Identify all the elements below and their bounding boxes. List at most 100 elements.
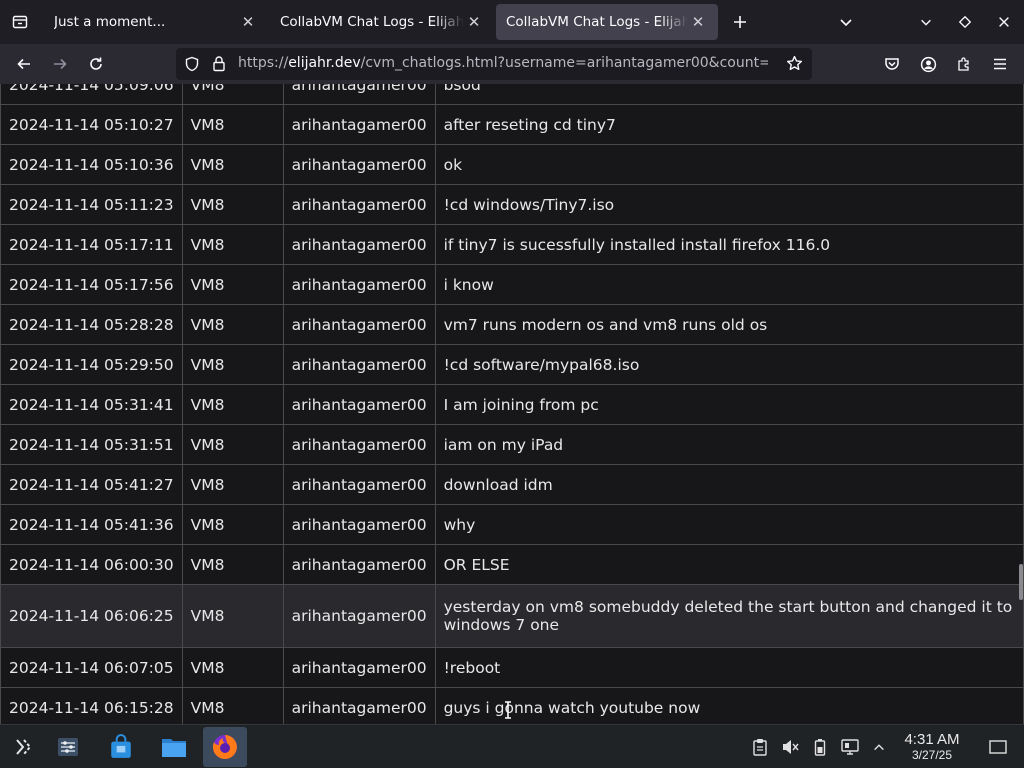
timestamp-cell: 2024-11-14 06:07:05 xyxy=(0,647,183,688)
shield-icon[interactable] xyxy=(184,56,200,76)
username-cell: arihantagamer00 xyxy=(282,84,436,105)
tab-chat-logs-2[interactable]: CollabVM Chat Logs - Elijahr's ✕ xyxy=(496,4,718,40)
vm-cell: VM8 xyxy=(181,384,284,425)
message-cell: yesterday on vm8 somebuddy deleted the s… xyxy=(434,584,1024,648)
tab-just-a-moment[interactable]: Just a moment... ✕ xyxy=(44,4,268,40)
discover-store-button[interactable] xyxy=(99,727,143,767)
tab-manager-button[interactable] xyxy=(6,8,34,36)
diamond-icon xyxy=(958,15,972,29)
username-cell: arihantagamer00 xyxy=(282,384,436,425)
tab-close-icon[interactable]: ✕ xyxy=(688,13,708,31)
table-row: 2024-11-14 05:10:27 VM8 arihantagamer00 aft… xyxy=(0,104,1024,145)
table-row: 2024-11-14 05:41:27 VM8 arihantagamer00 dow… xyxy=(0,464,1024,505)
application-launcher-button[interactable] xyxy=(2,727,46,767)
battery-icon[interactable] xyxy=(810,737,830,757)
account-icon xyxy=(920,56,936,72)
url-path: /cvm_chatlogs.html?username=arihantagame… xyxy=(360,55,768,71)
launcher-icon xyxy=(16,739,32,755)
vm-cell: VM8 xyxy=(181,184,284,225)
message-cell: if tiny7 is sucessfully installed instal… xyxy=(434,224,1024,265)
hamburger-menu-icon xyxy=(994,58,1006,70)
timestamp-cell: 2024-11-14 05:41:27 xyxy=(0,464,183,505)
timestamp-cell: 2024-11-14 06:15:28 xyxy=(0,687,183,724)
bookmark-star-icon[interactable] xyxy=(786,55,803,76)
username-cell: arihantagamer00 xyxy=(282,424,436,465)
navigation-toolbar: https://elijahr.dev/cvm_chatlogs.html?us… xyxy=(0,44,1024,84)
clipboard-icon[interactable] xyxy=(750,737,770,757)
system-settings-button[interactable] xyxy=(46,727,90,767)
username-cell: arihantagamer00 xyxy=(282,504,436,545)
vm-cell: VM8 xyxy=(181,144,284,185)
page-scrollbar[interactable] xyxy=(1019,564,1023,600)
puzzle-icon xyxy=(958,57,969,71)
network-wired-icon[interactable] xyxy=(840,737,860,757)
menu-button[interactable] xyxy=(984,48,1016,80)
vm-cell: VM8 xyxy=(181,687,284,724)
table-row: 2024-11-14 05:17:11 VM8 arihantagamer00 if … xyxy=(0,224,1024,265)
timestamp-cell: 2024-11-14 05:17:56 xyxy=(0,264,183,305)
chat-log-body: 2024-11-14 05:09:06 VM8 arihantagamer00 bso… xyxy=(0,84,1024,724)
reload-button[interactable] xyxy=(80,48,112,80)
list-all-tabs-button[interactable] xyxy=(832,8,860,36)
store-bag-icon xyxy=(111,734,131,758)
url-prefix: https:// xyxy=(238,55,289,71)
digital-clock[interactable]: 4:31 AM 3/27/25 xyxy=(896,731,968,763)
pocket-button[interactable] xyxy=(876,48,908,80)
file-manager-button[interactable] xyxy=(152,727,196,767)
username-cell: arihantagamer00 xyxy=(282,344,436,385)
vm-cell: VM8 xyxy=(181,647,284,688)
timestamp-cell: 2024-11-14 05:31:41 xyxy=(0,384,183,425)
table-row: 2024-11-14 05:28:28 VM8 arihantagamer00 vm7… xyxy=(0,304,1024,345)
username-cell: arihantagamer00 xyxy=(282,144,436,185)
message-cell: OR ELSE xyxy=(434,544,1024,585)
chevron-down-icon xyxy=(921,19,931,26)
tab-chat-logs-1[interactable]: CollabVM Chat Logs - Elijahr's ✕ xyxy=(270,4,494,40)
table-row: 2024-11-14 05:31:41 VM8 arihantagamer00 I a… xyxy=(0,384,1024,425)
new-tab-button[interactable] xyxy=(726,8,754,36)
account-button[interactable] xyxy=(912,48,944,80)
tab-close-icon[interactable]: ✕ xyxy=(238,13,258,31)
timestamp-cell: 2024-11-14 05:17:11 xyxy=(0,224,183,265)
username-cell: arihantagamer00 xyxy=(282,584,436,648)
timestamp-cell: 2024-11-14 05:31:51 xyxy=(0,424,183,465)
message-cell: I am joining from pc xyxy=(434,384,1024,425)
minimize-button[interactable] xyxy=(912,8,940,36)
close-window-button[interactable] xyxy=(990,8,1018,36)
username-cell: arihantagamer00 xyxy=(282,104,436,145)
username-cell: arihantagamer00 xyxy=(282,184,436,225)
vm-cell: VM8 xyxy=(181,424,284,465)
arrow-right-icon xyxy=(54,58,67,70)
page-content: 2024-11-14 05:09:06 VM8 arihantagamer00 bso… xyxy=(0,84,1024,724)
url-host: elijahr.dev xyxy=(288,55,361,71)
volume-muted-icon[interactable] xyxy=(780,737,800,757)
username-cell: arihantagamer00 xyxy=(282,687,436,724)
firefox-task-button[interactable] xyxy=(203,727,247,767)
message-cell: !cd windows/Tiny7.iso xyxy=(434,184,1024,225)
maximize-button[interactable] xyxy=(951,8,979,36)
forward-button[interactable] xyxy=(44,48,76,80)
timestamp-cell: 2024-11-14 05:41:36 xyxy=(0,504,183,545)
extensions-button[interactable] xyxy=(948,48,980,80)
timestamp-cell: 2024-11-14 06:06:25 xyxy=(0,584,183,648)
folder-icon xyxy=(162,739,186,757)
url-bar[interactable]: https://elijahr.dev/cvm_chatlogs.html?us… xyxy=(176,48,812,80)
show-desktop-icon[interactable] xyxy=(988,737,1008,757)
username-cell: arihantagamer00 xyxy=(282,647,436,688)
tab-manager-icon xyxy=(12,15,28,29)
tab-close-icon[interactable]: ✕ xyxy=(464,13,484,31)
message-cell: after reseting cd tiny7 xyxy=(434,104,1024,145)
table-row: 2024-11-14 05:41:36 VM8 arihantagamer00 why xyxy=(0,504,1024,545)
vm-cell: VM8 xyxy=(181,464,284,505)
url-text[interactable]: https://elijahr.dev/cvm_chatlogs.html?us… xyxy=(238,55,768,71)
vm-cell: VM8 xyxy=(181,304,284,345)
timestamp-cell: 2024-11-14 05:10:36 xyxy=(0,144,183,185)
lock-icon[interactable] xyxy=(211,55,227,76)
close-icon xyxy=(999,17,1009,27)
chevron-up-icon[interactable] xyxy=(869,737,889,757)
back-button[interactable] xyxy=(8,48,40,80)
table-row: 2024-11-14 05:29:50 VM8 arihantagamer00 !cd… xyxy=(0,344,1024,385)
taskbar: 4:31 AM 3/27/25 xyxy=(0,724,1024,768)
table-row: 2024-11-14 05:17:56 VM8 arihantagamer00 i k… xyxy=(0,264,1024,305)
clock-time: 4:31 AM xyxy=(904,731,960,748)
timestamp-cell: 2024-11-14 05:29:50 xyxy=(0,344,183,385)
